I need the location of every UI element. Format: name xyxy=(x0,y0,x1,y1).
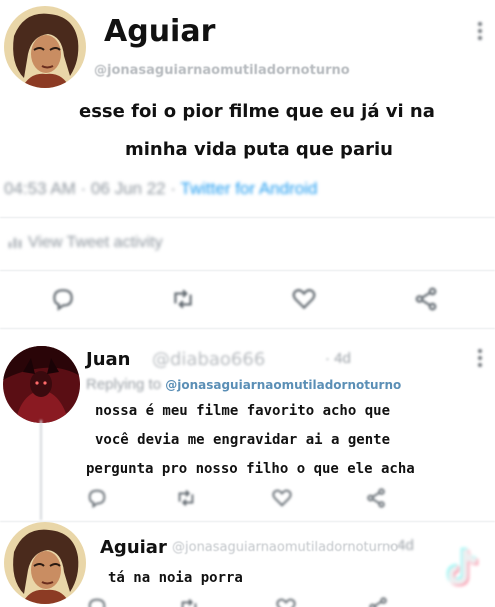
tweet-timestamp[interactable]: 04:53 AM · 06 Jun 22 · Twitter for Andro… xyxy=(4,179,317,199)
tweet-source-link[interactable]: Twitter for Android xyxy=(180,179,317,198)
like-icon[interactable] xyxy=(291,286,317,312)
like-icon[interactable] xyxy=(275,596,297,607)
replying-to: Replying to @jonasaguiarnaomutiladornotu… xyxy=(86,376,401,393)
reply1-time[interactable]: · 4d xyxy=(325,350,351,367)
activity-label: View Tweet activity xyxy=(28,234,163,251)
reply1-text-line-2: você devia me engravidar ai a gente xyxy=(95,432,391,448)
divider xyxy=(0,270,495,271)
more-icon[interactable] xyxy=(477,349,483,369)
reply-author-avatar[interactable] xyxy=(3,346,80,423)
tweet-text-line-2: minha vida puta que pariu xyxy=(125,139,393,160)
reply1-text-line-1: nossa é meu filme favorito acho que xyxy=(95,403,391,419)
tiktok-logo-icon xyxy=(440,545,480,593)
reply2-text: tá na noia porra xyxy=(108,570,243,586)
replying-to-label: Replying to xyxy=(86,376,166,393)
reply-icon[interactable] xyxy=(86,596,108,607)
retweet-icon[interactable] xyxy=(178,596,200,607)
thread-connector-line xyxy=(40,420,42,520)
divider xyxy=(0,521,495,522)
like-icon[interactable] xyxy=(271,487,293,509)
timestamp-text: 04:53 AM · 06 Jun 22 · xyxy=(4,179,181,198)
activity-chart-icon xyxy=(8,235,22,248)
reply-icon[interactable] xyxy=(86,487,108,509)
reply2-author-handle[interactable]: @jonasaguiarnaomutiladornoturno xyxy=(172,540,398,555)
reply1-author-handle[interactable]: @diabao666 xyxy=(152,349,265,370)
reply2-author-avatar[interactable] xyxy=(4,522,86,604)
more-icon[interactable] xyxy=(477,22,483,42)
reply1-text-line-3: pergunta pro nosso filho o que ele acha xyxy=(86,461,415,477)
retweet-icon[interactable] xyxy=(175,487,197,509)
main-author-handle[interactable]: @jonasaguiarnaomutiladornoturno xyxy=(94,63,350,78)
reply2-author-name[interactable]: Aguiar xyxy=(100,537,167,558)
main-author-avatar[interactable] xyxy=(4,6,86,88)
share-icon[interactable] xyxy=(413,286,439,312)
reply1-author-name[interactable]: Juan xyxy=(86,349,130,370)
divider xyxy=(0,217,495,218)
retweet-icon[interactable] xyxy=(170,286,196,312)
replying-to-handle-link[interactable]: @jonasaguiarnaomutiladornoturno xyxy=(165,378,401,392)
share-icon[interactable] xyxy=(365,487,387,509)
main-author-name[interactable]: Aguiar xyxy=(104,14,215,49)
tweet-text-line-1: esse foi o pior filme que eu já vi na xyxy=(79,101,435,122)
reply-icon[interactable] xyxy=(50,286,76,312)
reply2-time[interactable]: · 4d xyxy=(388,537,414,554)
share-icon[interactable] xyxy=(367,596,389,607)
view-tweet-activity-link[interactable]: View Tweet activity xyxy=(8,234,163,252)
divider xyxy=(0,328,495,329)
